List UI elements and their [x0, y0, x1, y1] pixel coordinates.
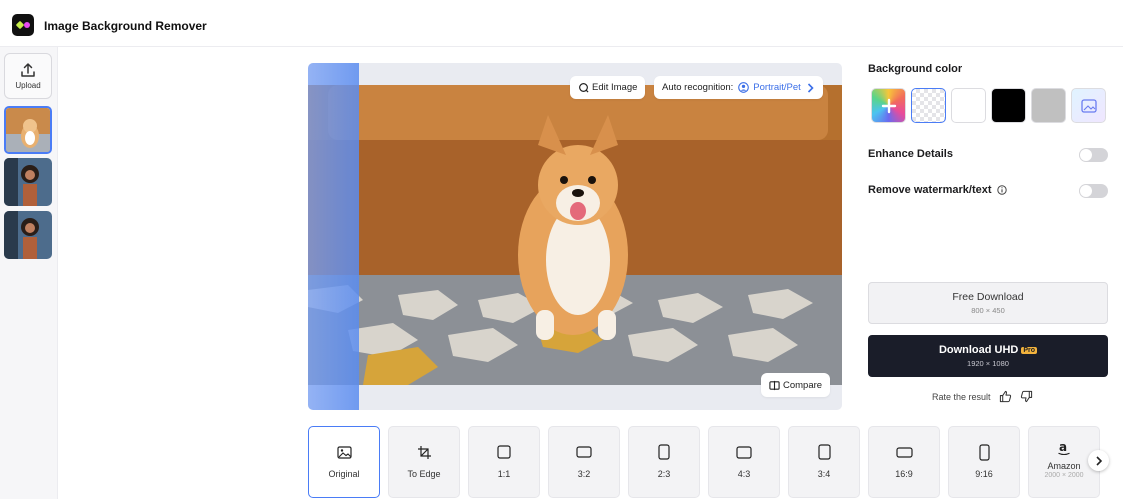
- compare-icon: [769, 380, 780, 390]
- ratio-label: 4:3: [737, 469, 751, 479]
- square-icon: [497, 445, 511, 459]
- auto-recognition-label: Auto recognition:: [662, 82, 734, 93]
- upload-icon: [21, 63, 35, 77]
- ratio-label: 3:2: [577, 469, 591, 479]
- pro-badge: Pro: [1021, 346, 1038, 354]
- background-color-label: Background color: [868, 63, 963, 75]
- edit-image-label: Edit Image: [592, 82, 638, 93]
- portrait-icon: [817, 444, 831, 460]
- svg-text:a: a: [1059, 440, 1067, 454]
- swatch-custom-color[interactable]: [871, 88, 906, 123]
- portrait-pet-icon: [738, 82, 750, 93]
- remove-watermark-label-wrap: Remove watermark/text: [868, 184, 1007, 196]
- thumbnail-woman-1[interactable]: [4, 158, 52, 206]
- rate-result: Rate the result: [932, 390, 1033, 403]
- free-download-label: Free Download: [952, 291, 1024, 303]
- landscape-icon: [736, 445, 752, 459]
- ratio-original[interactable]: Original: [308, 426, 380, 498]
- upload-label: Upload: [15, 81, 41, 90]
- enhance-details-label: Enhance Details: [868, 148, 953, 160]
- ratio-label: 9:16: [975, 469, 993, 479]
- crop-icon: [417, 445, 431, 459]
- app-title: Image Background Remover: [44, 19, 207, 33]
- auto-recognition-value: Portrait/Pet: [753, 82, 801, 93]
- image-icon: [336, 445, 352, 459]
- free-download-button[interactable]: Free Download 800 × 450: [868, 282, 1108, 324]
- swatch-gray[interactable]: [1031, 88, 1066, 123]
- free-download-size: 800 × 450: [971, 306, 1005, 315]
- swatch-transparent[interactable]: [911, 88, 946, 123]
- thumbnail-corgi[interactable]: [4, 106, 52, 154]
- swatch-ai-background[interactable]: [1071, 88, 1106, 123]
- enhance-details-toggle[interactable]: [1079, 148, 1108, 162]
- ratio-16-9[interactable]: 16:9: [868, 426, 940, 498]
- ratio-1-1[interactable]: 1:1: [468, 426, 540, 498]
- ratio-2-3[interactable]: 2:3: [628, 426, 700, 498]
- compare-button[interactable]: Compare: [761, 373, 831, 397]
- ratio-label: 1:1: [497, 469, 511, 479]
- portrait-icon: [658, 444, 670, 460]
- wide-icon: [895, 446, 913, 458]
- aspect-ratio-bar: Original To Edge 1:1 3:2 2:3 4:3 3:4 16:…: [308, 426, 1123, 499]
- top-bar: Image Background Remover: [0, 0, 1123, 47]
- ratio-3-4[interactable]: 3:4: [788, 426, 860, 498]
- ratio-4-3[interactable]: 4:3: [708, 426, 780, 498]
- ratio-next-button[interactable]: [1088, 450, 1109, 471]
- thumbs-down-icon[interactable]: [1020, 390, 1033, 403]
- edit-icon: [579, 83, 589, 93]
- remove-watermark-toggle[interactable]: [1079, 184, 1108, 198]
- edit-image-button[interactable]: Edit Image: [570, 76, 646, 99]
- landscape-icon: [576, 446, 592, 458]
- amazon-icon: a: [1058, 440, 1070, 456]
- before-after-divider[interactable]: [308, 63, 359, 410]
- compare-label: Compare: [783, 379, 823, 391]
- thumbnail-woman-2[interactable]: [4, 211, 52, 259]
- info-icon[interactable]: [996, 185, 1007, 195]
- rate-result-label: Rate the result: [932, 391, 991, 402]
- swatch-black[interactable]: [991, 88, 1026, 123]
- app-logo: [12, 14, 34, 36]
- swatch-white[interactable]: [951, 88, 986, 123]
- ratio-label: 16:9: [895, 469, 913, 479]
- ratio-3-2[interactable]: 3:2: [548, 426, 620, 498]
- download-uhd-button[interactable]: Download UHD Pro 1920 × 1080: [868, 335, 1108, 377]
- plus-icon: [881, 98, 896, 113]
- result-image: [308, 85, 842, 385]
- chevron-right-icon: [807, 82, 814, 93]
- upload-button[interactable]: Upload: [4, 53, 52, 99]
- ratio-label: Amazon: [1047, 461, 1081, 471]
- ratio-label: To Edge: [407, 469, 441, 479]
- auto-recognition-selector[interactable]: Auto recognition: Portrait/Pet: [654, 76, 823, 99]
- ratio-label: 3:4: [817, 469, 831, 479]
- remove-watermark-label: Remove watermark/text: [868, 184, 992, 196]
- ratio-label: 2:3: [657, 469, 671, 479]
- download-uhd-label: Download UHD: [938, 344, 1019, 356]
- thumbs-up-icon[interactable]: [999, 390, 1012, 403]
- ratio-sublabel: 2000 × 2000: [1044, 472, 1084, 479]
- ai-image-icon: [1080, 98, 1097, 113]
- tall-icon: [978, 443, 990, 461]
- ratio-to-edge[interactable]: To Edge: [388, 426, 460, 498]
- ratio-label: Original: [328, 469, 360, 479]
- ratio-9-16[interactable]: 9:16: [948, 426, 1020, 498]
- download-uhd-size: 1920 × 1080: [967, 359, 1009, 368]
- left-sidebar: Upload: [0, 47, 58, 499]
- image-canvas: Edit Image Auto recognition: Portrait/Pe…: [308, 63, 842, 410]
- chevron-right-icon: [1095, 455, 1102, 466]
